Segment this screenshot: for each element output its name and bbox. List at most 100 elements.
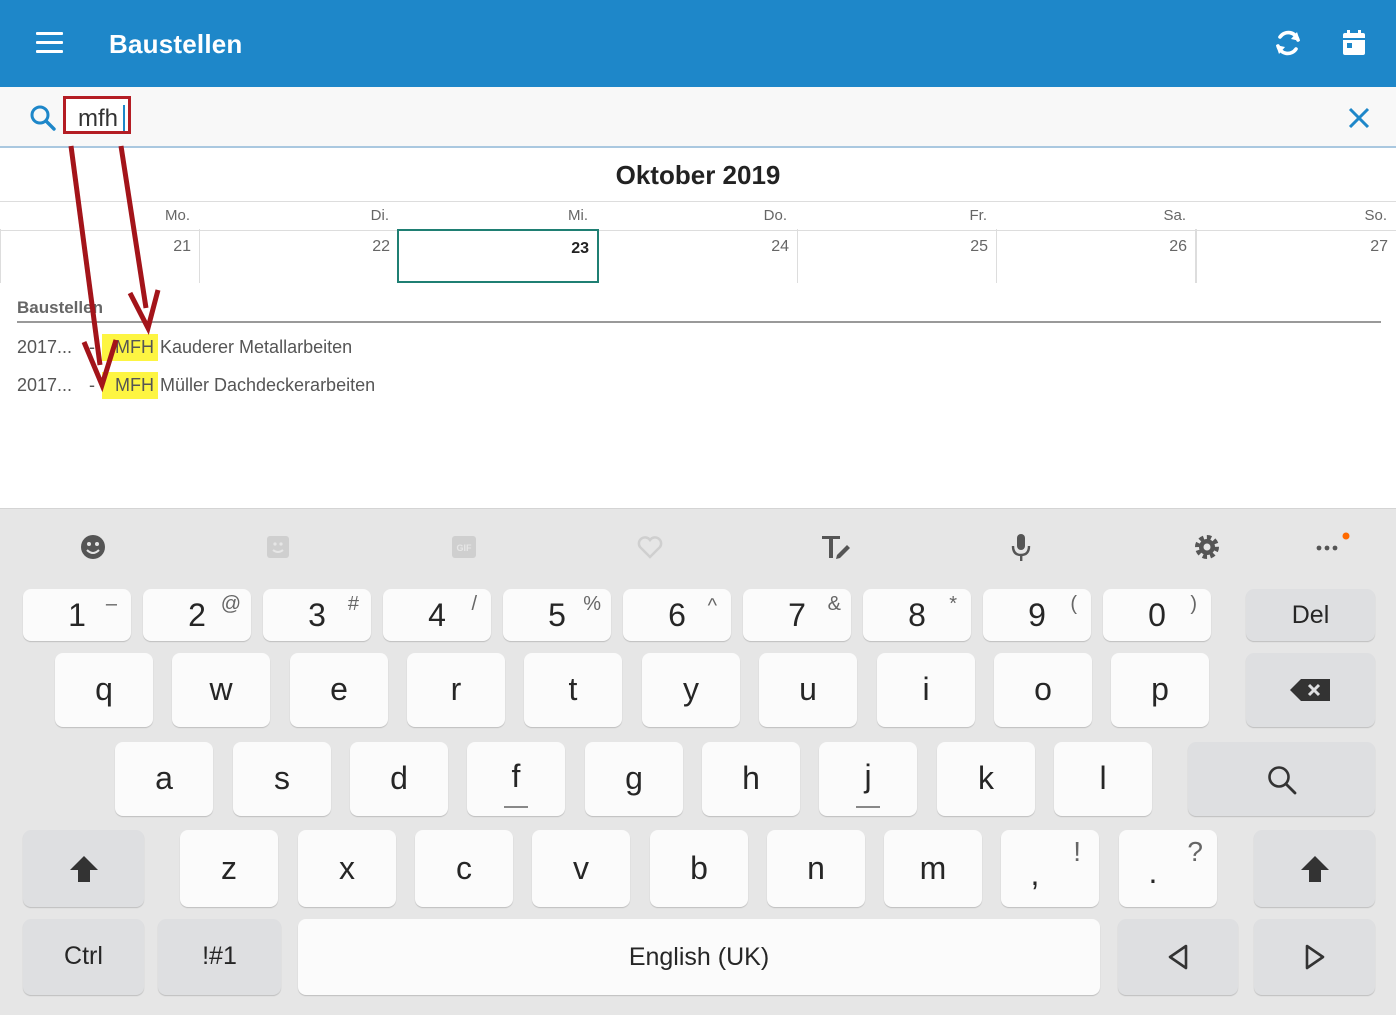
- item-title: Müller Dachdeckerarbeiten: [160, 375, 376, 395]
- weekday-label: Mi.: [568, 207, 588, 224]
- search-match-highlight: MFH: [102, 372, 158, 399]
- key-4[interactable]: 4/: [383, 589, 491, 641]
- shift-key-left[interactable]: [23, 830, 144, 907]
- text-edit-icon[interactable]: [819, 531, 851, 563]
- home-row-marker: [504, 806, 528, 808]
- search-key[interactable]: [1188, 742, 1375, 816]
- key-j[interactable]: j: [819, 742, 917, 816]
- settings-icon[interactable]: [1191, 531, 1223, 563]
- microphone-icon[interactable]: [1005, 531, 1037, 563]
- calendar-day[interactable]: 25: [798, 229, 997, 283]
- search-bar: mfh: [0, 87, 1396, 148]
- on-screen-keyboard: GIF 1– 2 @ 3 # 4/ 5% 6 ^ 7 & 8 * 9( 0) Del q …: [0, 508, 1396, 1015]
- key-m[interactable]: m: [884, 830, 982, 907]
- key-i[interactable]: i: [877, 653, 975, 727]
- key-period[interactable]: .?: [1119, 830, 1217, 907]
- hamburger-menu-icon[interactable]: [36, 32, 63, 54]
- calendar-day[interactable]: 22: [200, 229, 399, 283]
- search-input[interactable]: mfh: [63, 96, 131, 134]
- weekday-label: Di.: [370, 207, 389, 224]
- key-d[interactable]: d: [350, 742, 448, 816]
- key-t[interactable]: t: [524, 653, 622, 727]
- text-caret: [123, 105, 125, 131]
- key-8[interactable]: 8 *: [863, 589, 971, 641]
- key-5[interactable]: 5%: [503, 589, 611, 641]
- key-n[interactable]: n: [767, 830, 865, 907]
- key-u[interactable]: u: [759, 653, 857, 727]
- weekday-label: So.: [1364, 207, 1387, 224]
- backspace-icon: [1290, 679, 1330, 701]
- calendar-day[interactable]: 27: [1196, 229, 1396, 283]
- search-icon: [1268, 766, 1297, 795]
- list-header: Baustellen: [17, 298, 103, 317]
- key-y[interactable]: y: [642, 653, 740, 727]
- calendar-day[interactable]: 26: [997, 229, 1196, 283]
- key-x[interactable]: x: [298, 830, 396, 907]
- del-key[interactable]: Del: [1246, 589, 1375, 641]
- app-bar: Baustellen: [0, 0, 1396, 87]
- home-row-marker: [856, 806, 880, 808]
- shift-key-right[interactable]: [1254, 830, 1375, 907]
- cursor-left-key[interactable]: [1118, 919, 1238, 995]
- symbols-key[interactable]: !#1: [158, 919, 281, 995]
- search-icon: [30, 105, 56, 131]
- key-3[interactable]: 3 #: [263, 589, 371, 641]
- gif-icon[interactable]: GIF: [448, 531, 480, 563]
- key-f[interactable]: f: [467, 742, 565, 816]
- key-v[interactable]: v: [532, 830, 630, 907]
- more-icon[interactable]: [1311, 531, 1350, 563]
- list-item[interactable]: 2017... - MFH Kauderer Metallarbeiten: [17, 334, 517, 362]
- calendar-day[interactable]: 24: [599, 229, 798, 283]
- divider: [17, 321, 1381, 323]
- key-1[interactable]: 1–: [23, 589, 131, 641]
- key-7[interactable]: 7 &: [743, 589, 851, 641]
- key-k[interactable]: k: [937, 742, 1035, 816]
- list-item[interactable]: 2017... - MFH Müller Dachdeckerarbeiten: [17, 372, 517, 400]
- calendar-icon[interactable]: [1338, 27, 1370, 59]
- emoji-icon[interactable]: [77, 531, 109, 563]
- key-a[interactable]: a: [115, 742, 213, 816]
- key-2[interactable]: 2 @: [143, 589, 251, 641]
- calendar-week: Oktober 2019 Mo. Di. Mi. Do. Fr. Sa. So.…: [0, 148, 1396, 286]
- close-icon[interactable]: [1347, 106, 1371, 130]
- key-w[interactable]: w: [172, 653, 270, 727]
- weekday-label: Fr.: [969, 207, 988, 224]
- key-e[interactable]: e: [290, 653, 388, 727]
- weekday-header: Mo. Di. Mi. Do. Fr. Sa. So.: [0, 201, 1396, 231]
- key-h[interactable]: h: [702, 742, 800, 816]
- key-b[interactable]: b: [650, 830, 748, 907]
- item-date: 2017...: [17, 375, 73, 395]
- key-o[interactable]: o: [994, 653, 1092, 727]
- key-p[interactable]: p: [1111, 653, 1209, 727]
- key-l[interactable]: l: [1054, 742, 1152, 816]
- shift-icon: [1301, 856, 1329, 882]
- refresh-icon[interactable]: [1272, 27, 1304, 59]
- sticker-icon[interactable]: [262, 531, 294, 563]
- key-s[interactable]: s: [233, 742, 331, 816]
- key-comma[interactable]: ,!: [1001, 830, 1099, 907]
- calendar-month-title: Oktober 2019: [615, 160, 781, 190]
- shift-icon: [70, 856, 98, 882]
- key-q[interactable]: q: [55, 653, 153, 727]
- results-list: Baustellen 2017... - MFH Kauderer Metall…: [0, 290, 1396, 508]
- key-6[interactable]: 6 ^: [623, 589, 731, 641]
- ctrl-key[interactable]: Ctrl: [23, 919, 144, 995]
- cursor-right-key[interactable]: [1254, 919, 1375, 995]
- weekday-label: Do.: [763, 207, 787, 224]
- search-input-value: mfh: [78, 105, 119, 132]
- key-0[interactable]: 0): [1103, 589, 1211, 641]
- key-r[interactable]: r: [407, 653, 505, 727]
- weekday-label: Sa.: [1163, 207, 1186, 224]
- key-z[interactable]: z: [180, 830, 278, 907]
- heart-icon[interactable]: [634, 531, 666, 563]
- arrow-left-icon: [1168, 944, 1188, 970]
- item-separator: -: [89, 337, 95, 357]
- key-g[interactable]: g: [585, 742, 683, 816]
- calendar-day-selected[interactable]: 23: [397, 229, 599, 283]
- calendar-day[interactable]: 21: [0, 229, 200, 283]
- space-key[interactable]: English (UK): [298, 919, 1100, 995]
- backspace-key[interactable]: [1246, 653, 1375, 727]
- weekday-label: Mo.: [164, 207, 190, 224]
- key-9[interactable]: 9(: [983, 589, 1091, 641]
- key-c[interactable]: c: [415, 830, 513, 907]
